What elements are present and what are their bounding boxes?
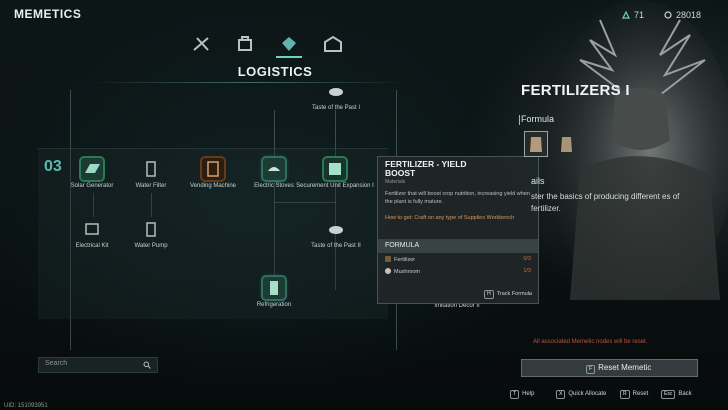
hint-quick-allocate[interactable]: X Quick Allocate bbox=[556, 390, 606, 399]
panel-title: FERTILIZERS I bbox=[521, 82, 630, 99]
panel-description: ster the basics of producing different e… bbox=[531, 192, 680, 213]
node-taste-of-the-past-2[interactable]: Taste of the Past II bbox=[296, 218, 376, 250]
node-label: Taste of the Past II bbox=[311, 243, 361, 249]
formula-header-label: FORMULA bbox=[385, 242, 420, 249]
ingredient-quantity: 0/3 bbox=[523, 256, 531, 262]
key-hint: Esc bbox=[661, 390, 676, 399]
node-label: Refrigeration bbox=[256, 302, 292, 308]
track-formula-label: Track Formula bbox=[496, 291, 532, 297]
hint-label: Reset bbox=[632, 391, 649, 397]
electrical-kit-icon bbox=[81, 218, 103, 240]
fertilizer-bag-icon bbox=[530, 137, 542, 152]
menu-title: MEMETICS bbox=[14, 7, 82, 21]
fertilizer-bag-icon[interactable] bbox=[557, 133, 577, 155]
hint-reset[interactable]: R Reset bbox=[620, 390, 648, 399]
key-hint: X bbox=[556, 390, 566, 399]
hint-label: Back bbox=[678, 391, 692, 397]
node-label: Imitation Decor II bbox=[434, 303, 480, 309]
solar-panel-icon bbox=[81, 158, 103, 180]
category-title: LOGISTICS bbox=[237, 64, 313, 79]
hint-help[interactable]: T Help bbox=[510, 390, 534, 399]
crafting-tab-icon bbox=[238, 36, 252, 51]
currency-1: 71 bbox=[622, 10, 644, 20]
node-water-pump[interactable]: Water Pump bbox=[111, 218, 191, 250]
hint-label: Help bbox=[522, 391, 535, 397]
combat-tab-icon bbox=[193, 37, 209, 51]
stove-icon bbox=[263, 158, 285, 180]
tab-logistics[interactable] bbox=[276, 34, 302, 58]
coin-icon bbox=[664, 11, 672, 19]
key-hint: R bbox=[620, 390, 630, 399]
ingredient-name: Fertilizer bbox=[394, 257, 416, 263]
tooltip-description: Fertilizer that will boost crop nutritio… bbox=[385, 191, 530, 205]
reset-warning: All associated Memetic nodes will be res… bbox=[533, 339, 648, 345]
node-securement-unit-expansion-1[interactable]: Securement Unit Expansion I bbox=[295, 158, 375, 190]
top-bar bbox=[0, 0, 728, 28]
logistics-tab-icon bbox=[282, 37, 296, 51]
water-filter-icon bbox=[140, 158, 162, 180]
creature-illustration bbox=[545, 0, 728, 300]
node-label: Water Pump bbox=[134, 243, 168, 249]
node-label: Taste of the Past I bbox=[311, 105, 361, 111]
ingredient-row: Fertilizer 0/3 bbox=[385, 256, 531, 265]
currency-2: 28018 bbox=[664, 10, 701, 20]
key-hint: F bbox=[586, 365, 596, 374]
item-tooltip: FERTILIZER - YIELD BOOST Materials Ferti… bbox=[377, 156, 539, 304]
tab-combat[interactable] bbox=[188, 34, 214, 54]
node-taste-of-the-past-1[interactable]: Taste of the Past I bbox=[296, 80, 376, 112]
tooltip-title: FERTILIZER - YIELD BOOST bbox=[385, 159, 467, 178]
storage-unit-icon bbox=[324, 158, 346, 180]
ingredient-quantity: 1/3 bbox=[523, 268, 531, 274]
search-input[interactable]: Search bbox=[38, 357, 158, 373]
mushroom-icon bbox=[385, 268, 391, 274]
tooltip-subtitle: Materials bbox=[385, 179, 406, 185]
search-icon bbox=[143, 361, 151, 369]
user-id: UID: 151093951 bbox=[4, 403, 48, 409]
reset-memetic-button[interactable]: F Reset Memetic bbox=[521, 359, 698, 377]
key-hint: H bbox=[484, 290, 494, 299]
track-formula-button[interactable]: H Track Formula bbox=[484, 290, 532, 299]
fertilizer-icon bbox=[385, 256, 391, 262]
currency-1-value: 71 bbox=[634, 10, 645, 20]
reset-memetic-label: Reset Memetic bbox=[598, 363, 652, 372]
category-tabs bbox=[188, 34, 368, 58]
vending-machine-icon bbox=[202, 158, 224, 180]
formula-slot[interactable] bbox=[524, 131, 548, 157]
search-placeholder: Search bbox=[45, 360, 68, 367]
tab-building[interactable] bbox=[320, 34, 346, 54]
building-tab-icon bbox=[324, 35, 342, 52]
tab-crafting[interactable] bbox=[232, 34, 258, 54]
tooltip-formula-header: FORMULA bbox=[378, 239, 538, 253]
memetic-point-icon bbox=[622, 11, 630, 19]
food-icon bbox=[325, 80, 347, 102]
key-hint: T bbox=[510, 390, 520, 399]
hint-back[interactable]: Esc Back bbox=[661, 390, 692, 399]
hint-label: Quick Allocate bbox=[568, 391, 607, 397]
node-label: Securement Unit Expansion I bbox=[296, 183, 374, 189]
ingredient-name: Mushroom bbox=[394, 269, 420, 275]
currency-2-value: 28018 bbox=[676, 10, 702, 20]
refrigerator-icon bbox=[263, 277, 285, 299]
node-refrigeration[interactable]: Refrigeration bbox=[234, 277, 314, 309]
water-pump-icon bbox=[140, 218, 162, 240]
details-label: ails bbox=[531, 176, 545, 186]
tooltip-how-to-get: How to get: Craft on any type of Supplie… bbox=[385, 215, 515, 221]
formula-label: Formula bbox=[518, 114, 555, 125]
food-icon bbox=[325, 218, 347, 240]
ingredient-row: Mushroom 1/3 bbox=[385, 268, 531, 277]
